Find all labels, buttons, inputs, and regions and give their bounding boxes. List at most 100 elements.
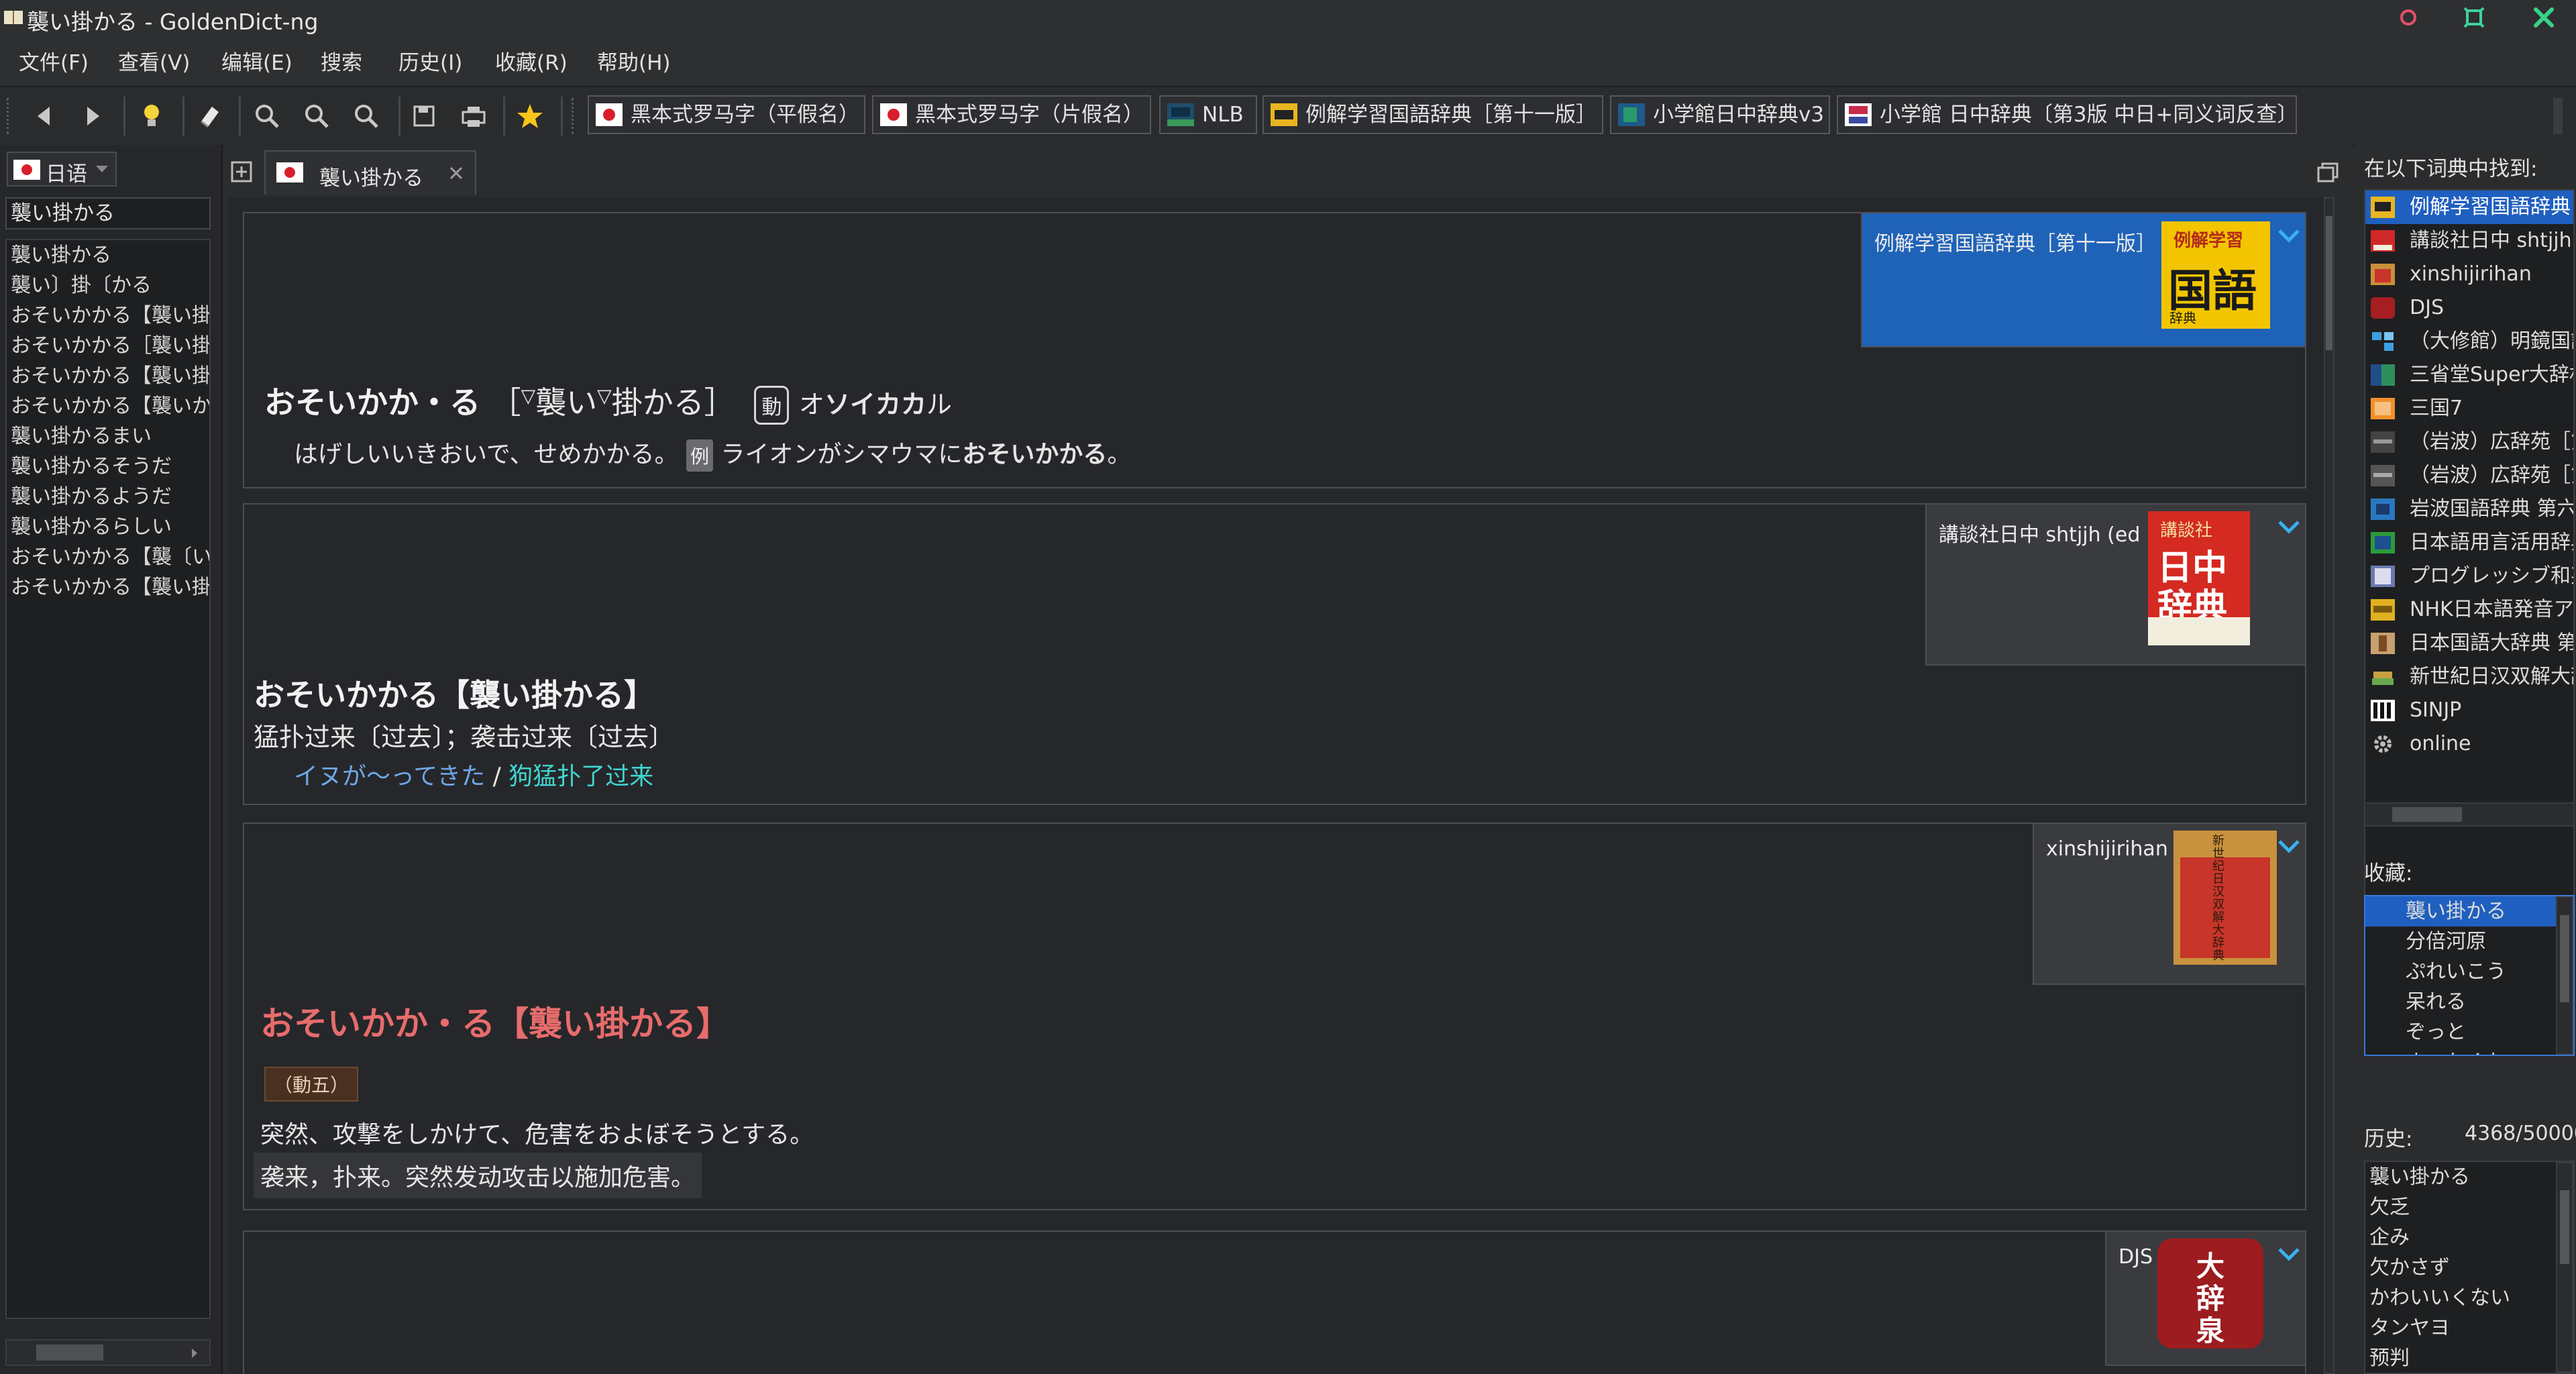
list-item[interactable]: おそいかかる【襲い掛 <box>7 572 209 602</box>
list-item[interactable]: 分倍河原 <box>2365 927 2573 957</box>
list-item[interactable]: 岩波国語辞典 第六版 <box>2365 492 2573 526</box>
list-item[interactable]: 襲い掛かる <box>7 240 209 270</box>
list-item[interactable]: おそいかかる【襲い掛 <box>7 301 209 331</box>
word-list-scrollbar[interactable] <box>5 1339 211 1366</box>
menu-help[interactable]: 帮助(H) <box>597 46 671 76</box>
dict-label: online <box>2410 732 2471 755</box>
list-item[interactable]: 三国7 <box>2365 392 2573 425</box>
dict-button-shogakukan-3rd[interactable]: 小学館 日中辞典〔第3版 中日+同义词反查〕 <box>1837 95 2298 134</box>
star-icon[interactable] <box>513 99 547 134</box>
list-item[interactable]: 呆れる <box>2365 987 2573 1017</box>
scrollbar-thumb[interactable] <box>2560 915 2569 1002</box>
collapse-chevron-icon[interactable] <box>2277 225 2301 246</box>
dict-button-nlb[interactable]: NLB <box>1159 95 1257 134</box>
list-item[interactable]: 襲い掛かるらしい <box>7 512 209 542</box>
menu-history[interactable]: 历史(I) <box>398 46 462 76</box>
maximize-button[interactable] <box>2459 4 2489 31</box>
tab-current-word[interactable]: 襲い掛かる <box>264 150 476 195</box>
list-item[interactable]: おそいかかる【襲〔い <box>7 542 209 572</box>
word-list[interactable]: 襲い掛かる 襲い〕掛〔かる おそいかかる【襲い掛 おそいかかる［襲い掛 おそいか… <box>5 239 211 1319</box>
list-item[interactable]: （大修館）明鏡国語辞典 <box>2365 325 2573 358</box>
list-item[interactable]: タンヤヨ <box>2365 1313 2573 1343</box>
collapse-chevron-icon[interactable] <box>2277 517 2301 537</box>
title-bar: 襲い掛かる - GoldenDict-ng <box>0 0 2576 35</box>
toolbar-overflow-handle[interactable] <box>2553 98 2563 134</box>
list-item[interactable]: （岩波）広辞苑［第六版］ <box>2365 459 2573 492</box>
menu-view[interactable]: 查看(V) <box>118 46 190 76</box>
list-item[interactable]: ぞっと <box>2365 1017 2573 1047</box>
list-item[interactable]: プログレッシブ和英 <box>2365 560 2573 593</box>
dict-button-hepburn-hiragana[interactable]: 黑本式罗马字（平假名） <box>588 95 865 134</box>
search-input[interactable]: 襲い掛かる <box>5 197 211 229</box>
list-item[interactable]: 襲い掛かるようだ <box>7 482 209 512</box>
favorites-scrollbar[interactable] <box>2556 896 2573 1055</box>
menu-favorites[interactable]: 收藏(R) <box>495 46 568 76</box>
found-dict-scrollbar[interactable] <box>2364 802 2575 827</box>
list-item[interactable]: おそいかかる［襲い掛 <box>7 331 209 361</box>
menu-file[interactable]: 文件(F) <box>19 46 89 76</box>
menu-edit[interactable]: 编辑(E) <box>221 46 292 76</box>
scrollbar-thumb[interactable] <box>2392 807 2462 822</box>
lightbulb-icon[interactable] <box>134 99 169 134</box>
cover-text: 辞典 <box>2169 310 2196 326</box>
list-item[interactable]: おそいかかる【襲い掛 <box>7 361 209 391</box>
list-item[interactable]: おそいかかる【襲いか <box>7 391 209 421</box>
scrollbar-thumb[interactable] <box>36 1344 103 1361</box>
scrollbar-thumb[interactable] <box>2326 216 2332 350</box>
chevron-down-icon <box>94 162 110 176</box>
list-item[interactable]: SINJP <box>2365 694 2573 727</box>
list-item[interactable]: 三省堂Super大辞林 <box>2365 358 2573 392</box>
scrollbar-thumb[interactable] <box>2560 1190 2569 1264</box>
list-item[interactable]: 日本国語大辞典 第二版 <box>2365 627 2573 660</box>
list-item[interactable]: 講談社日中 shtjjh (ed <box>2365 224 2573 258</box>
list-item[interactable]: 预判 <box>2365 1343 2573 1373</box>
list-item[interactable]: 新世紀日汉双解大辞典 <box>2365 660 2573 694</box>
restore-panes-icon[interactable] <box>2314 158 2341 185</box>
close-button[interactable] <box>2529 4 2559 31</box>
menu-search[interactable]: 搜索 <box>321 46 362 76</box>
list-item[interactable]: 欠かさず <box>2365 1253 2573 1283</box>
list-item[interactable]: DJS <box>2365 291 2573 325</box>
dict-button-shogakukan-v3[interactable]: 小学館日中辞典v3 <box>1610 95 1830 134</box>
list-item[interactable]: 襲い〕掛〔かる <box>7 270 209 301</box>
list-item[interactable]: 欠乏 <box>2365 1192 2573 1222</box>
history-scrollbar[interactable] <box>2556 1162 2573 1373</box>
zoom-in-icon[interactable] <box>250 99 284 134</box>
zoom-reset-icon[interactable] <box>349 99 384 134</box>
new-tab-icon[interactable] <box>229 160 254 184</box>
article-scrollbar[interactable] <box>2324 197 2334 1374</box>
list-item[interactable]: 襲い掛かる <box>2365 896 2573 927</box>
back-arrow-icon[interactable] <box>27 99 62 134</box>
list-item[interactable]: ぷれいこう <box>2365 957 2573 987</box>
print-icon[interactable] <box>456 99 491 134</box>
forward-arrow-icon[interactable] <box>75 99 110 134</box>
list-item[interactable]: online <box>2365 727 2573 761</box>
list-item[interactable]: 例解学習国語辞典［第十一版］ <box>2365 191 2573 224</box>
toolbar-separator <box>239 97 241 136</box>
list-item[interactable]: 襲い掛かるまい <box>7 421 209 452</box>
list-item[interactable]: NHK日本語発音アクセント <box>2365 593 2573 627</box>
save-icon[interactable] <box>407 99 441 134</box>
eraser-icon[interactable] <box>192 99 227 134</box>
list-item[interactable]: かわいいくない <box>2365 1283 2573 1313</box>
dict-button-reikai[interactable]: 例解学習国語辞典［第十一版］ <box>1263 95 1603 134</box>
zoom-out-icon[interactable] <box>299 99 334 134</box>
collapse-chevron-icon[interactable] <box>2277 836 2301 856</box>
list-item[interactable]: 企み <box>2365 1222 2573 1253</box>
found-dict-list[interactable]: 例解学習国語辞典［第十一版］ 講談社日中 shtjjh (ed xinshiji… <box>2364 189 2575 961</box>
list-item[interactable]: xinshijirihan <box>2365 258 2573 291</box>
favorites-list[interactable]: 襲い掛かる 分倍河原 ぷれいこう 呆れる ぞっと まったくも... 不屈 <box>2364 895 2575 1056</box>
collapse-chevron-icon[interactable] <box>2277 1244 2301 1264</box>
dict-button-hepburn-katakana[interactable]: 黑本式罗马字（片假名） <box>872 95 1151 134</box>
cover-strip <box>2148 617 2250 645</box>
list-item[interactable]: 日本語用言活用辞典 <box>2365 526 2573 560</box>
list-item[interactable]: 襲い掛かる <box>2365 1162 2573 1192</box>
history-list[interactable]: 襲い掛かる 欠乏 企み 欠かさず かわいいくない タンヤヨ 预判 <box>2364 1161 2575 1374</box>
list-item[interactable]: まったくも... <box>2365 1047 2573 1055</box>
kanji-form: 襲い <box>535 384 598 421</box>
close-icon[interactable] <box>447 164 466 182</box>
language-selector[interactable]: 日语 <box>7 152 117 187</box>
minimize-button[interactable] <box>2394 4 2423 31</box>
list-item[interactable]: 襲い掛かるそうだ <box>7 452 209 482</box>
list-item[interactable]: （岩波）広辞苑［第七版］ <box>2365 425 2573 459</box>
